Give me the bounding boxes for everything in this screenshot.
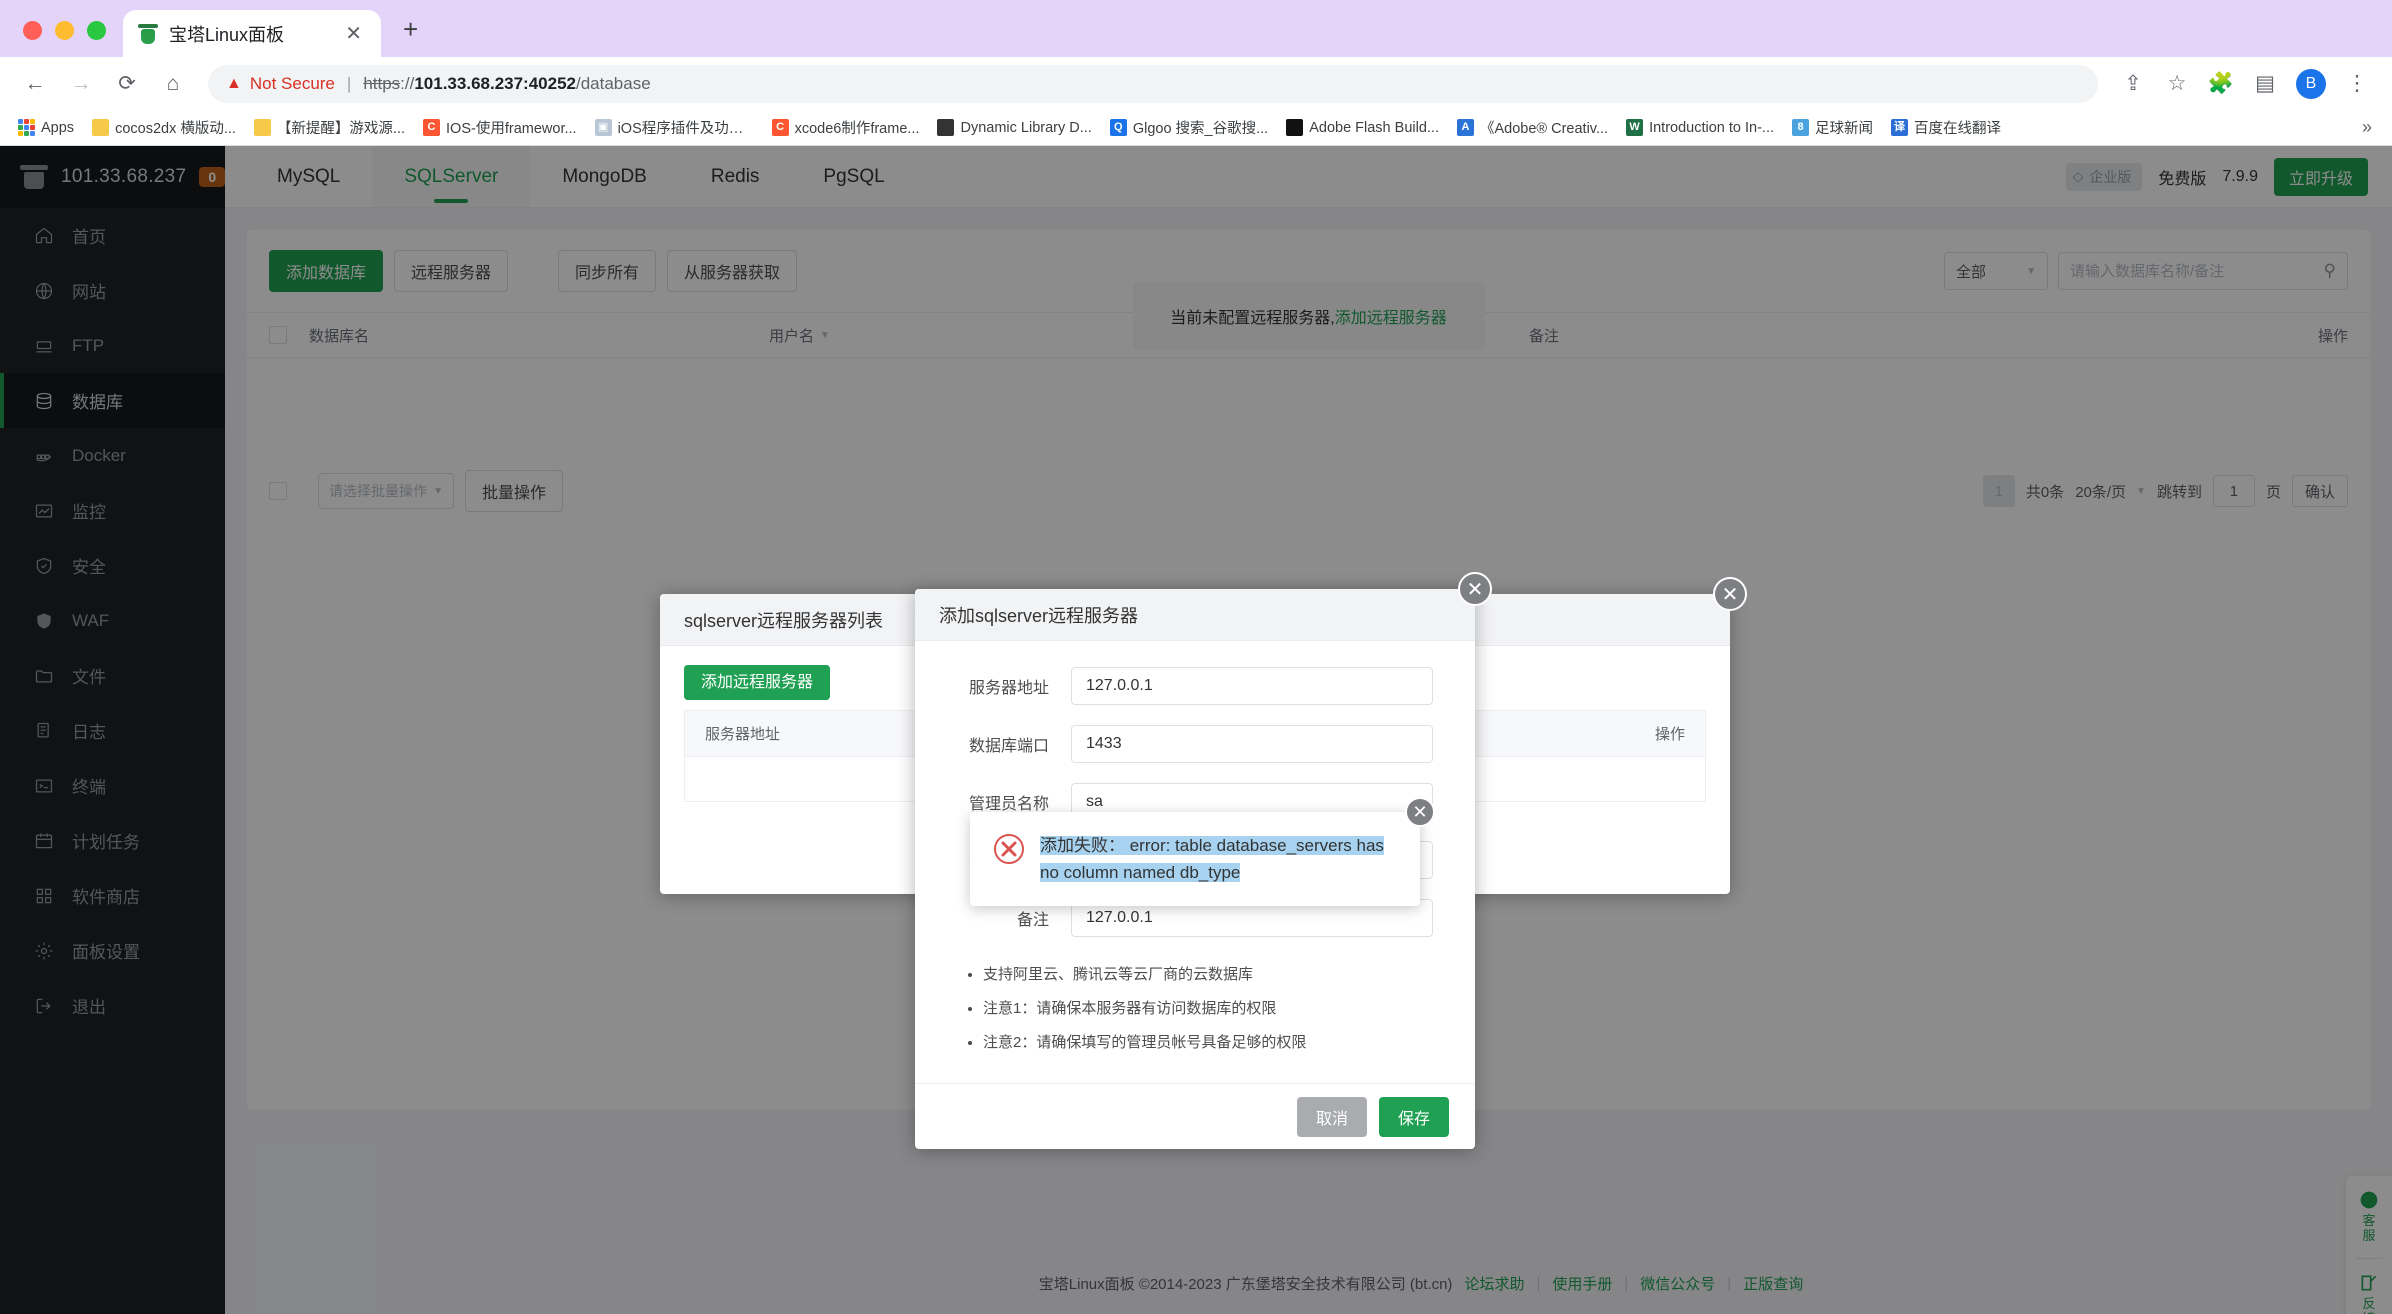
tip-item: 注意1：请确保本服务器有访问数据库的权限	[983, 997, 1433, 1018]
bookmark-folder-icon	[253, 119, 271, 136]
soccer-icon: 8	[1792, 119, 1810, 136]
bookmark-label: Introduction to In-...	[1649, 119, 1775, 136]
url-display: https://101.33.68.237:40252/database	[363, 74, 650, 94]
field-label: 管理员名称	[968, 796, 1049, 813]
translate-icon: 译	[1891, 119, 1909, 136]
word-icon: W	[1626, 119, 1644, 136]
column-header-action: 操作	[1654, 726, 1685, 743]
bookmark-label: Dynamic Library D...	[960, 119, 1092, 136]
bookmark-label: 足球新闻	[1815, 121, 1874, 137]
bookmark-item[interactable]: W Introduction to In-...	[1618, 115, 1782, 140]
bookmark-star-icon[interactable]: ☆	[2156, 63, 2198, 105]
new-tab-button[interactable]: +	[403, 14, 418, 57]
field-label: 数据库端口	[968, 738, 1049, 755]
browser-tabstrip: 宝塔Linux面板 ✕ +	[0, 0, 2392, 57]
bookmark-item[interactable]: Apps	[10, 115, 82, 140]
bookmark-label: Adobe Flash Build...	[1309, 119, 1439, 136]
csdn-icon: C	[771, 119, 789, 136]
bookmark-item[interactable]: Q Glgoo 搜索_谷歌搜...	[1102, 113, 1276, 142]
maximize-window-button[interactable]	[87, 21, 106, 40]
close-window-button[interactable]	[23, 21, 42, 40]
close-icon[interactable]: ✕	[1458, 572, 1492, 606]
warning-triangle-icon: ▲	[226, 74, 242, 92]
share-icon[interactable]: ⇪	[2112, 63, 2154, 105]
csdn-icon: C	[423, 119, 441, 136]
field-label: 备注	[1016, 912, 1049, 929]
bookmark-item[interactable]: A 《Adobe® Creativ...	[1449, 113, 1616, 142]
bookmarks-overflow-icon[interactable]: »	[2352, 117, 2382, 138]
address-bar[interactable]: ▲ Not Secure | https://101.33.68.237:402…	[208, 64, 2098, 103]
browser-toolbar: ← → ⟳ ⌂ ▲ Not Secure | https://101.33.68…	[0, 57, 2392, 110]
security-status-label: Not Secure	[249, 73, 335, 93]
minimize-window-button[interactable]	[55, 21, 74, 40]
url-path: /database	[576, 73, 651, 93]
extensions-icon[interactable]: 🧩	[2200, 63, 2242, 105]
bookmark-label: Glgoo 搜索_谷歌搜...	[1132, 121, 1269, 137]
bookmark-label: xcode6制作frame...	[794, 121, 920, 137]
adobe-icon: A	[1456, 119, 1474, 136]
field-label: 服务器地址	[968, 680, 1049, 697]
field-input[interactable]: 127.0.0.1	[1071, 667, 1433, 705]
bookmark-label: IOS-使用framewor...	[446, 121, 577, 137]
close-icon[interactable]: ✕	[1713, 577, 1747, 611]
form-row: 服务器地址 127.0.0.1	[915, 667, 1475, 705]
page-viewport: 101.33.68.237 0 首页 网站 FTP 数据库 Docker 监控 安全 WAF 文…	[0, 146, 2392, 1314]
save-button[interactable]: 保存	[1378, 1096, 1449, 1137]
bookmark-item[interactable]: Dynamic Library D...	[929, 115, 1099, 140]
site-icon: ▣	[594, 119, 612, 136]
search-icon: Q	[1109, 119, 1127, 136]
apps-grid-icon	[18, 119, 35, 136]
column-header-server-address: 服务器地址	[705, 726, 781, 743]
bookmark-item[interactable]: ▣ iOS程序插件及功能...	[587, 113, 762, 142]
url-separator: ://	[400, 73, 415, 93]
tip-item: 注意2：请确保填写的管理员帐号具备足够的权限	[983, 1031, 1433, 1052]
tip-item: 支持阿里云、腾讯云等云厂商的云数据库	[983, 963, 1433, 984]
bookmark-label: iOS程序插件及功能...	[617, 121, 754, 137]
bookmark-label: 百度在线翻译	[1914, 121, 2002, 137]
add-remote-server-button[interactable]: 添加远程服务器	[684, 665, 831, 700]
home-icon[interactable]: ⌂	[152, 63, 194, 105]
omnibox-divider: |	[346, 73, 352, 93]
url-scheme: https	[363, 73, 401, 93]
cancel-button[interactable]: 取消	[1296, 1096, 1367, 1137]
bookmark-item[interactable]: C IOS-使用framewor...	[415, 113, 585, 142]
toolbar-actions: ⇪ ☆ 🧩 ▤ B ⋮	[2112, 63, 2378, 105]
bookmarks-bar: Apps cocos2dx 横版动... 【新提醒】游戏源... C IOS-使用fra…	[0, 110, 2392, 146]
bookmark-label: cocos2dx 横版动...	[115, 121, 236, 137]
bookmark-item[interactable]: Cxcode6制作frame...	[764, 113, 928, 142]
url-host: 101.33.68.237:40252	[414, 73, 576, 93]
bookmark-label: Apps	[41, 119, 75, 136]
browser-menu-icon[interactable]: ⋮	[2336, 63, 2378, 105]
bookmark-item[interactable]: 8 足球新闻	[1784, 113, 1881, 142]
dialog-title: 添加sqlserver远程服务器	[915, 589, 1475, 641]
bookmark-label: 《Adobe® Creativ...	[1479, 121, 1609, 137]
browser-tab[interactable]: 宝塔Linux面板 ✕	[123, 10, 381, 57]
bookmark-item[interactable]: 译百度在线翻译	[1883, 113, 2009, 142]
tab-title: 宝塔Linux面板	[169, 24, 285, 45]
apple-icon	[937, 119, 955, 136]
dialog-footer: 取消 保存	[915, 1083, 1475, 1149]
profile-avatar[interactable]: B	[2296, 68, 2326, 99]
side-panel-icon[interactable]: ▤	[2244, 63, 2286, 105]
dialog-tips: 支持阿里云、腾讯云等云厂商的云数据库注意1：请确保本服务器有访问数据库的权限注意…	[915, 957, 1475, 1052]
browser-window: 宝塔Linux面板 ✕ + ← → ⟳ ⌂ ▲ Not Secure | htt…	[0, 0, 2392, 1314]
error-circle-x-icon	[994, 834, 1024, 864]
forward-icon[interactable]: →	[60, 63, 102, 105]
error-message: 添加失败： error: table database_servers has …	[1040, 836, 1384, 883]
window-traffic-lights	[18, 21, 123, 57]
error-toast: ✕ 添加失败： error: table database_servers ha…	[970, 797, 1435, 907]
bookmark-label: 【新提醒】游戏源...	[276, 121, 406, 137]
pagoda-icon	[137, 23, 159, 45]
close-icon[interactable]: ✕	[1405, 797, 1435, 827]
form-row: 数据库端口 1433	[915, 725, 1475, 763]
flash-icon	[1286, 119, 1304, 136]
close-icon[interactable]: ✕	[340, 22, 367, 46]
bookmark-item[interactable]: 【新提醒】游戏源...	[246, 113, 413, 142]
back-icon[interactable]: ←	[14, 63, 56, 105]
field-input[interactable]: 1433	[1071, 725, 1433, 763]
bookmark-item[interactable]: cocos2dx 横版动...	[84, 113, 244, 142]
bookmark-folder-icon	[92, 119, 110, 136]
bookmark-item[interactable]: Adobe Flash Build...	[1278, 115, 1447, 140]
reload-icon[interactable]: ⟳	[106, 63, 148, 105]
